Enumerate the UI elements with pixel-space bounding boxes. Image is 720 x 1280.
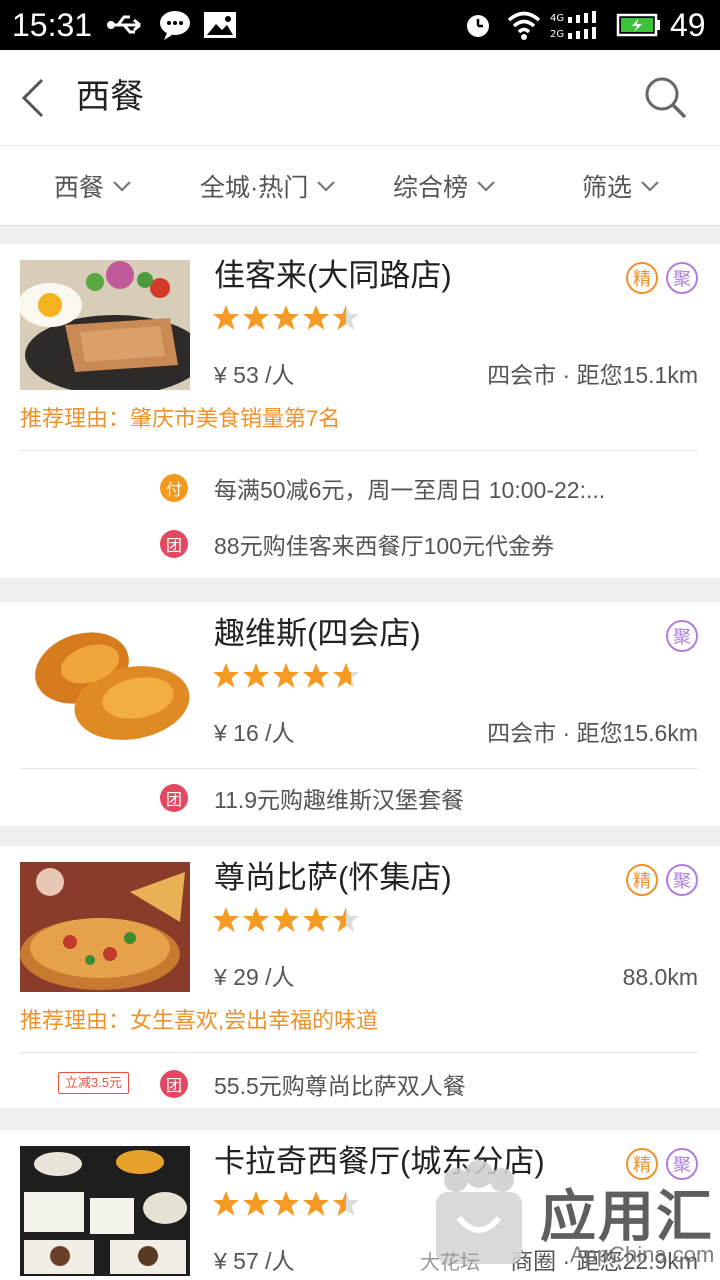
chevron-left-icon bbox=[21, 78, 44, 118]
star-icon bbox=[273, 1191, 299, 1216]
star-icon bbox=[243, 1191, 269, 1216]
group-badge: 聚 bbox=[666, 620, 698, 652]
star-icon bbox=[213, 305, 239, 330]
rating-stars bbox=[212, 662, 362, 690]
distance: 四会市 · 距您15.6km bbox=[487, 720, 698, 746]
star-icon bbox=[243, 663, 269, 688]
star-icon bbox=[273, 907, 299, 932]
recommend-reason: 推荐理由：女生喜欢,尝出幸福的味道 bbox=[20, 1008, 379, 1033]
star-icon bbox=[303, 907, 329, 932]
filter-label: 综合榜 bbox=[393, 174, 469, 202]
alarm-icon bbox=[467, 15, 489, 37]
chevron-down-icon bbox=[113, 181, 131, 192]
restaurant-name: 尊尚比萨(怀集店) bbox=[214, 860, 452, 895]
chevron-down-icon bbox=[317, 181, 336, 192]
restaurant-card[interactable]: 尊尚比萨(怀集店) 精 聚 ¥ 29 /人 88.0km 推荐理由：女生喜欢,尝… bbox=[0, 846, 720, 1108]
star-icon bbox=[333, 1191, 359, 1216]
star-icon bbox=[273, 663, 299, 688]
price-per-person: ¥ 57 /人 bbox=[214, 1248, 295, 1274]
app-header: 西餐 bbox=[0, 50, 720, 146]
promo-group[interactable]: 团 55.5元购尊尚比萨双人餐 bbox=[160, 1064, 466, 1104]
svg-text:2G: 2G bbox=[550, 29, 564, 40]
filter-screen[interactable]: 筛选 bbox=[582, 146, 660, 226]
pay-icon: 付 bbox=[160, 474, 188, 502]
chevron-down-icon bbox=[641, 181, 659, 192]
group-buy-icon: 团 bbox=[160, 530, 188, 558]
star-icon bbox=[213, 663, 239, 688]
signal-icon: 4G 2G bbox=[550, 11, 596, 40]
promo-pay[interactable]: 付 每满50减6元，周一至周日 10:00-22:... bbox=[160, 468, 605, 508]
promo-text: 88元购佳客来西餐厅100元代金券 bbox=[214, 533, 554, 559]
star-icon bbox=[303, 1191, 329, 1216]
price-per-person: ¥ 29 /人 bbox=[214, 964, 295, 990]
status-bar: 15:31 4G 2G 49 bbox=[0, 0, 720, 50]
group-badge: 聚 bbox=[666, 864, 698, 896]
watermark: 应用汇 大花坛 AppChina.com bbox=[420, 1158, 720, 1280]
rating-stars bbox=[212, 1190, 362, 1218]
distance: 88.0km bbox=[622, 964, 698, 990]
restaurant-photo bbox=[20, 260, 190, 390]
restaurant-card[interactable]: 佳客来(大同路店) 精 聚 ¥ 53 /人 四会市 · 距您15.1km 推荐理… bbox=[0, 244, 720, 578]
restaurant-card[interactable]: 趣维斯(四会店) 聚 ¥ 16 /人 四会市 · 距您15.6km 团 11.9… bbox=[0, 602, 720, 826]
promo-group[interactable]: 团 11.9元购趣维斯汉堡套餐 bbox=[160, 778, 464, 818]
restaurant-photo bbox=[20, 862, 190, 992]
divider bbox=[20, 768, 698, 769]
price-per-person: ¥ 16 /人 bbox=[214, 720, 295, 746]
filter-bar: 西餐 全城·热门 综合榜 筛选 bbox=[0, 146, 720, 226]
filter-label: 筛选 bbox=[582, 174, 633, 202]
group-badge: 聚 bbox=[666, 262, 698, 294]
chevron-down-icon bbox=[477, 181, 495, 192]
discount-tag: 立减3.5元 bbox=[58, 1072, 130, 1094]
wechat-icon bbox=[160, 11, 190, 40]
featured-badge: 精 bbox=[626, 864, 658, 896]
star-icon bbox=[243, 907, 269, 932]
distance: 四会市 · 距您15.1km bbox=[487, 362, 698, 388]
image-icon bbox=[204, 12, 236, 38]
recommend-reason: 推荐理由：肇庆市美食销量第7名 bbox=[20, 406, 341, 431]
promo-group[interactable]: 团 88元购佳客来西餐厅100元代金券 bbox=[160, 524, 554, 564]
group-buy-icon: 团 bbox=[160, 1070, 188, 1098]
svg-text:4G: 4G bbox=[550, 13, 564, 24]
filter-label: 全城·热门 bbox=[200, 174, 309, 202]
filter-area[interactable]: 全城·热门 bbox=[200, 146, 336, 226]
star-icon bbox=[303, 663, 329, 688]
watermark-sub: 大花坛 bbox=[420, 1252, 480, 1274]
battery-level: 49 bbox=[670, 7, 706, 43]
filter-category[interactable]: 西餐 bbox=[54, 146, 132, 226]
promo-text: 11.9元购趣维斯汉堡套餐 bbox=[214, 787, 465, 813]
wifi-icon bbox=[507, 11, 541, 40]
star-icon bbox=[213, 1191, 239, 1216]
page-title: 西餐 bbox=[76, 78, 144, 116]
rating-stars bbox=[212, 906, 362, 934]
rating-stars bbox=[212, 304, 362, 332]
promo-text: 55.5元购尊尚比萨双人餐 bbox=[214, 1073, 466, 1099]
group-buy-icon: 团 bbox=[160, 784, 188, 812]
restaurant-photo bbox=[20, 1146, 190, 1276]
star-icon bbox=[333, 907, 359, 932]
search-button[interactable] bbox=[640, 72, 692, 124]
back-button[interactable] bbox=[14, 74, 54, 122]
filter-label: 西餐 bbox=[54, 174, 105, 202]
star-icon bbox=[303, 305, 329, 330]
featured-badge: 精 bbox=[626, 262, 658, 294]
search-icon bbox=[645, 77, 687, 119]
star-icon bbox=[213, 907, 239, 932]
star-icon bbox=[273, 305, 299, 330]
divider bbox=[20, 450, 698, 451]
battery-icon bbox=[616, 13, 660, 37]
price-per-person: ¥ 53 /人 bbox=[214, 362, 295, 388]
divider bbox=[20, 1052, 698, 1053]
usb-icon bbox=[107, 15, 141, 34]
promo-text: 每满50减6元，周一至周日 10:00-22:... bbox=[214, 477, 606, 503]
watermark-url: AppChina.com bbox=[570, 1242, 715, 1267]
star-icon bbox=[243, 305, 269, 330]
watermark-brand: 应用汇 bbox=[540, 1185, 714, 1248]
restaurant-name: 佳客来(大同路店) bbox=[214, 258, 452, 293]
restaurant-name: 趣维斯(四会店) bbox=[214, 616, 421, 651]
status-time: 15:31 bbox=[12, 7, 93, 43]
filter-sort[interactable]: 综合榜 bbox=[393, 146, 496, 226]
star-icon bbox=[333, 305, 359, 330]
restaurant-photo bbox=[20, 618, 190, 748]
star-icon bbox=[333, 663, 359, 688]
